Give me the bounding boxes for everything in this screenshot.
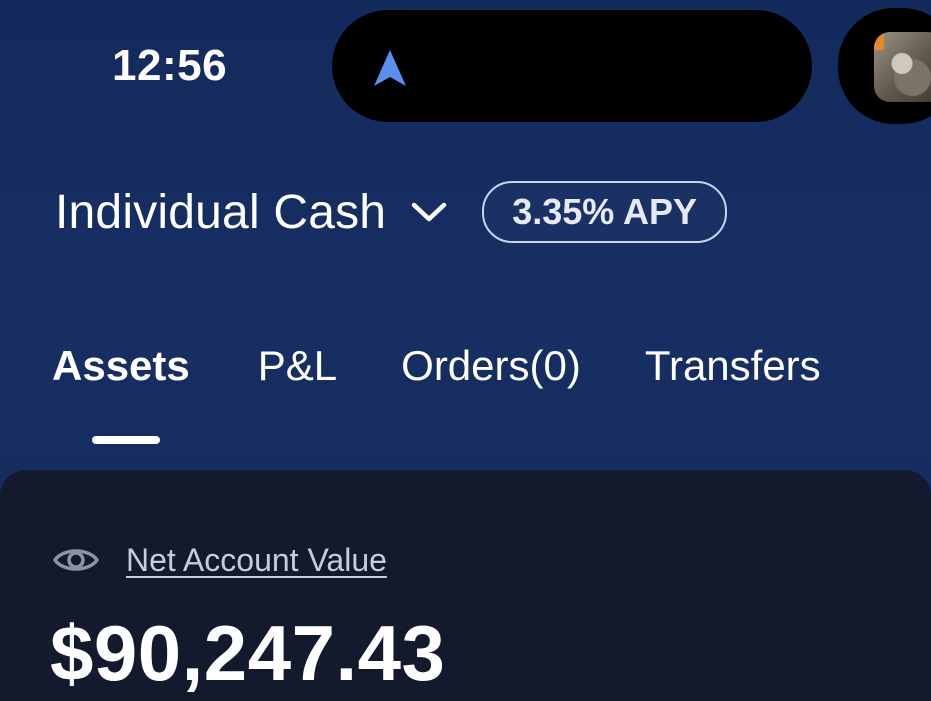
net-account-value-header: Net Account Value — [52, 540, 387, 580]
apy-badge[interactable]: 3.35% APY — [482, 181, 727, 243]
account-selector[interactable]: Individual Cash 3.35% APY — [55, 176, 727, 248]
navigation-arrow-icon — [374, 50, 406, 86]
tab-pl[interactable]: P&L — [258, 336, 337, 396]
app-screen: 12:56 Individual Cash 3.35% APY Assets P… — [0, 0, 931, 701]
net-account-value: $90,247.43 — [50, 609, 446, 697]
account-name: Individual Cash — [55, 185, 387, 239]
tab-transfers[interactable]: Transfers — [645, 336, 821, 396]
status-time: 12:56 — [112, 41, 228, 90]
tab-bar: Assets P&L Orders(0) Transfers — [52, 336, 821, 396]
eye-icon[interactable] — [52, 544, 100, 576]
chevron-down-icon — [411, 202, 447, 222]
active-tab-indicator — [92, 436, 160, 444]
net-account-value-label[interactable]: Net Account Value — [126, 542, 387, 579]
tab-orders[interactable]: Orders(0) — [401, 336, 581, 396]
camera-thumbnail-icon — [874, 32, 931, 102]
tab-assets[interactable]: Assets — [52, 336, 190, 396]
